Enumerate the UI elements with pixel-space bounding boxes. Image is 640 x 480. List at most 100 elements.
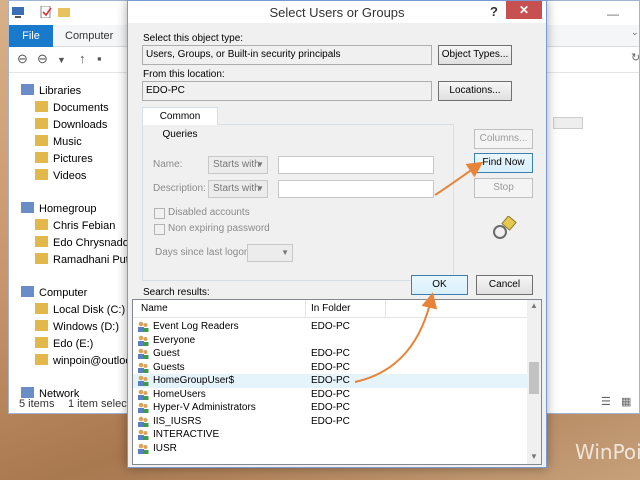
folder-icon <box>35 236 48 247</box>
chevron-down-icon: ▼ <box>256 184 264 193</box>
tab-file[interactable]: File <box>9 25 53 47</box>
table-row[interactable]: HomeGroupUser$ EDO-PC <box>133 374 527 388</box>
details-view-icon[interactable]: ☰ <box>601 395 611 408</box>
results-scrollbar[interactable]: ▲ ▼ <box>527 300 541 464</box>
column-name[interactable]: Name <box>135 300 168 318</box>
cancel-button[interactable]: Cancel <box>476 275 533 295</box>
tree-item[interactable]: Windows (D:) <box>35 319 119 336</box>
dialog-title: Select Users or Groups <box>269 5 405 20</box>
stop-button[interactable]: Stop <box>474 178 533 198</box>
name-label: Name: <box>153 159 183 170</box>
table-row[interactable]: IUSR <box>133 442 527 456</box>
result-name: Guests <box>153 361 185 373</box>
tree-item-label: Homegroup <box>39 203 97 215</box>
search-flashlight-icon <box>493 216 517 239</box>
chevron-down-icon[interactable]: ▼ <box>57 55 66 65</box>
find-now-button[interactable]: Find Now <box>474 153 533 173</box>
tree-item[interactable]: Libraries <box>21 83 81 100</box>
group-icon <box>137 443 149 454</box>
disabled-accounts-checkbox[interactable] <box>154 208 165 219</box>
tree-item-label: Music <box>53 136 82 148</box>
tree-item[interactable]: Homegroup <box>21 201 96 218</box>
computer-icon[interactable] <box>11 6 25 18</box>
column-in-folder[interactable]: In Folder <box>305 300 350 318</box>
days-logon-select[interactable]: ▼ <box>247 244 293 262</box>
ok-button[interactable]: OK <box>411 275 468 295</box>
result-name: IUSR <box>153 442 177 454</box>
help-button[interactable]: ? <box>490 1 498 23</box>
column-separator[interactable] <box>385 300 386 318</box>
result-folder: EDO-PC <box>311 348 350 359</box>
result-name: HomeUsers <box>153 388 206 400</box>
tree-item[interactable]: Edo (E:) <box>35 336 93 353</box>
tree-item-label: Windows (D:) <box>53 321 120 333</box>
result-name: HomeGroupUser$ <box>153 375 235 386</box>
tree-item-label: Libraries <box>39 85 82 97</box>
description-mode-select[interactable]: Starts with ▼ <box>208 180 268 198</box>
tree-item[interactable]: Chris Febian <box>35 218 115 235</box>
table-row[interactable]: Everyone <box>133 334 527 348</box>
scroll-up-icon[interactable]: ▲ <box>530 301 538 310</box>
refresh-icon[interactable]: ↻ <box>631 51 640 64</box>
table-row[interactable]: Guests EDO-PC <box>133 361 527 375</box>
locations-button[interactable]: Locations... <box>438 81 512 101</box>
tab-computer[interactable]: Computer <box>65 25 113 47</box>
name-input[interactable] <box>278 156 434 174</box>
large-icons-view-icon[interactable]: ▦ <box>621 395 631 408</box>
navigation-pane: Libraries Documents Downloads Music Pictures… <box>9 79 140 400</box>
tab-common-queries[interactable]: Common Queries <box>142 107 218 140</box>
disabled-accounts-label: Disabled accounts <box>168 207 250 218</box>
dialog-titlebar: Select Users or Groups ? ✕ <box>128 1 546 23</box>
search-results-label: Search results: <box>143 287 210 298</box>
tree-item[interactable]: winpoin@outlook. <box>35 353 140 370</box>
folder-icon <box>35 152 48 163</box>
tree-item-label: Edo (E:) <box>53 338 94 350</box>
scroll-down-icon[interactable]: ▼ <box>530 452 538 461</box>
table-row[interactable]: Guest EDO-PC <box>133 347 527 361</box>
tree-item[interactable]: Videos <box>35 168 86 185</box>
table-row[interactable]: Event Log Readers EDO-PC <box>133 320 527 334</box>
group-icon <box>137 335 149 346</box>
non-expiring-checkbox[interactable] <box>154 224 165 235</box>
table-row[interactable]: HomeUsers EDO-PC <box>133 388 527 402</box>
columns-button[interactable]: Columns... <box>474 129 533 149</box>
result-name: INTERACTIVE <box>153 429 220 440</box>
folder-icon <box>35 118 48 129</box>
object-types-button[interactable]: Object Types... <box>438 45 512 65</box>
location-label: From this location: <box>143 69 225 80</box>
ribbon-expand-icon[interactable]: ⌄ <box>631 27 639 38</box>
scroll-thumb[interactable] <box>529 362 539 394</box>
folder-icon <box>35 219 48 230</box>
tree-item[interactable]: Documents <box>35 100 109 117</box>
table-row[interactable]: INTERACTIVE <box>133 428 527 442</box>
tree-item-label: Documents <box>53 102 109 114</box>
tree-item[interactable]: Downloads <box>35 117 107 134</box>
folder-icon <box>35 303 48 314</box>
days-logon-label: Days since last logon: <box>155 247 253 258</box>
description-input[interactable] <box>278 180 434 198</box>
result-name: Event Log Readers <box>153 321 239 332</box>
search-results-list[interactable]: Name In Folder Event Log Readers EDO-PC Ev… <box>132 299 542 465</box>
tree-item[interactable]: Pictures <box>35 151 93 168</box>
group-icon <box>137 362 149 373</box>
name-mode-select[interactable]: Starts with ▼ <box>208 156 268 174</box>
tree-item[interactable]: Music <box>35 134 82 151</box>
folder-icon[interactable] <box>57 6 71 18</box>
properties-icon[interactable] <box>39 6 53 18</box>
tree-item[interactable]: Edo Chrysnado <box>35 235 129 252</box>
forward-icon[interactable]: ⊖ <box>37 51 48 67</box>
object-type-label: Select this object type: <box>143 33 244 44</box>
minimize-icon[interactable]: — <box>607 7 619 21</box>
table-row[interactable]: Hyper-V Administrators EDO-PC <box>133 401 527 415</box>
tree-item[interactable]: Ramadhani Putra <box>35 252 139 269</box>
table-row[interactable]: IIS_IUSRS EDO-PC <box>133 415 527 429</box>
tree-item[interactable]: Computer <box>21 285 87 302</box>
back-icon[interactable]: ⊖ <box>17 51 28 67</box>
close-button[interactable]: ✕ <box>506 1 542 19</box>
up-icon[interactable]: ↑ <box>79 51 86 66</box>
dialog-body: Select this object type: Users, Groups, … <box>132 23 542 465</box>
tree-item-label: Computer <box>39 287 88 299</box>
tree-item[interactable]: Local Disk (C:) <box>35 302 125 319</box>
folder-icon <box>35 169 48 180</box>
object-type-field: Users, Groups, or Built-in security prin… <box>142 45 432 65</box>
